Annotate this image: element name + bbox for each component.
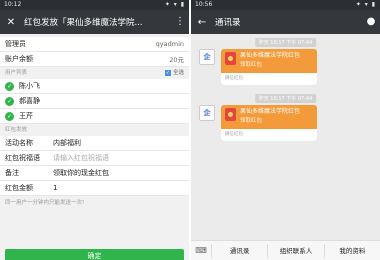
tab-my-profile[interactable]: 我的资料 — [323, 243, 380, 258]
rate-limit-hint: 同一用户一分钟内只能发送一次! — [5, 200, 85, 206]
select-all-checkbox[interactable]: ✓ 全选 — [164, 67, 184, 79]
top-bar: ✕ 红包发放「果仙多维魔法学院... ⋮ — [0, 10, 189, 34]
user-list-label: 用户列表 — [5, 70, 28, 76]
user-item[interactable]: ✓ 王芹 — [0, 109, 189, 124]
balance-label: 账户余额 — [5, 55, 33, 63]
confirm-button[interactable]: 确定 — [5, 249, 184, 260]
red-packet-card[interactable]: 果仙多维魔法学院红包 领取红包 微信红包 — [221, 105, 317, 141]
status-icons: ✦ ▾ ▮ — [355, 1, 376, 8]
activity-name-field[interactable]: 活动名称 内部福利 — [0, 136, 189, 151]
right-phone-screen: 10:56 ✦ ▾ ▮ ← 通讯录 ● 昨天 10:17 下午 07:44 企 … — [191, 0, 380, 260]
back-arrow-icon[interactable]: ← — [195, 17, 209, 28]
red-packet-title: 果仙多维魔法学院红包 — [240, 52, 301, 59]
status-time: 10:12 — [4, 1, 22, 8]
field-value: 内部福利 — [53, 139, 81, 147]
select-all-label: 全选 — [172, 70, 184, 76]
avatar[interactable]: 企 — [199, 105, 215, 121]
tab-contacts[interactable]: 通讯录 — [211, 243, 267, 258]
admin-label: 管理员 — [5, 40, 26, 48]
profile-icon[interactable]: ● — [366, 17, 376, 27]
more-menu-icon[interactable]: ⋮ — [175, 17, 185, 27]
amount-field[interactable]: 红包金额 1 — [0, 181, 189, 196]
balance-value: 20元 — [169, 56, 184, 64]
check-circle-icon: ✓ — [5, 96, 14, 106]
left-phone-screen: 10:12 ✦ ▾ ▮ ✕ 红包发放「果仙多维魔法学院... ⋮ 管理员 qya… — [0, 0, 189, 260]
message-timestamp: 昨天 10:17 下午 07:44 — [254, 38, 317, 47]
balance-row: 账户余额 20元 — [0, 52, 189, 67]
check-circle-icon: ✓ — [5, 81, 14, 91]
status-bar: 10:56 ✦ ▾ ▮ — [191, 0, 380, 10]
avatar[interactable]: 企 — [199, 49, 215, 65]
user-name: 陈小飞 — [19, 82, 40, 90]
keyboard-icon[interactable]: ⌨ — [191, 246, 211, 255]
page-title: 红包发放「果仙多维魔法学院... — [24, 18, 143, 28]
red-packet-footer: 微信红包 — [221, 73, 317, 85]
remark-field[interactable]: 备注 领取你的现金红包 — [0, 166, 189, 181]
message-timestamp: 昨天 10:17 下午 07:44 — [254, 94, 317, 103]
field-value: 领取你的现金红包 — [53, 169, 109, 177]
field-label: 活动名称 — [5, 139, 33, 147]
blessing-field[interactable]: 红包祝福语 请输入红包祝福语 — [0, 151, 189, 166]
red-packet-title: 果仙多维魔法学院红包 — [240, 108, 301, 115]
page-title: 通讯录 — [215, 18, 241, 28]
admin-value: qyadmin — [155, 40, 184, 48]
packet-section-header: 红包发放 — [0, 124, 189, 136]
red-packet-subtitle: 领取红包 — [240, 118, 263, 124]
red-packet-icon — [225, 52, 236, 65]
field-placeholder: 请输入红包祝福语 — [53, 154, 109, 162]
field-label: 备注 — [5, 169, 19, 177]
tab-org-contacts[interactable]: 组织联系人 — [267, 243, 323, 258]
user-list-header: 用户列表 ✓ 全选 — [0, 67, 189, 79]
red-packet-message: 企 果仙多维魔法学院红包 领取红包 微信红包 — [199, 49, 317, 85]
red-packet-card[interactable]: 果仙多维魔法学院红包 领取红包 微信红包 — [221, 49, 317, 85]
checkbox-icon: ✓ — [164, 70, 171, 76]
status-bar: 10:12 ✦ ▾ ▮ — [0, 0, 189, 10]
red-packet-subtitle: 领取红包 — [240, 62, 263, 68]
user-item[interactable]: ✓ 郝喜静 — [0, 94, 189, 109]
bottom-menu-bar: ⌨ 通讯录 组织联系人 我的资料 — [191, 240, 380, 260]
red-packet-footer: 微信红包 — [221, 129, 317, 141]
red-packet-icon — [225, 108, 236, 121]
user-name: 郝喜静 — [19, 97, 40, 105]
status-time: 10:56 — [195, 1, 213, 8]
user-name: 王芹 — [19, 112, 33, 120]
admin-row: 管理员 qyadmin — [0, 37, 189, 52]
close-icon[interactable]: ✕ — [4, 17, 18, 28]
red-packet-message: 企 果仙多维魔法学院红包 领取红包 微信红包 — [199, 105, 317, 141]
status-icons: ✦ ▾ ▮ — [164, 1, 185, 8]
packet-section-label: 红包发放 — [5, 127, 28, 133]
field-label: 红包金额 — [5, 184, 33, 192]
chat-area: 昨天 10:17 下午 07:44 企 果仙多维魔法学院红包 领取红包 微信红包… — [191, 34, 380, 240]
field-value: 1 — [53, 184, 58, 192]
check-circle-icon: ✓ — [5, 111, 14, 121]
field-label: 红包祝福语 — [5, 154, 40, 162]
top-bar: ← 通讯录 ● — [191, 10, 380, 34]
user-item[interactable]: ✓ 陈小飞 — [0, 79, 189, 94]
